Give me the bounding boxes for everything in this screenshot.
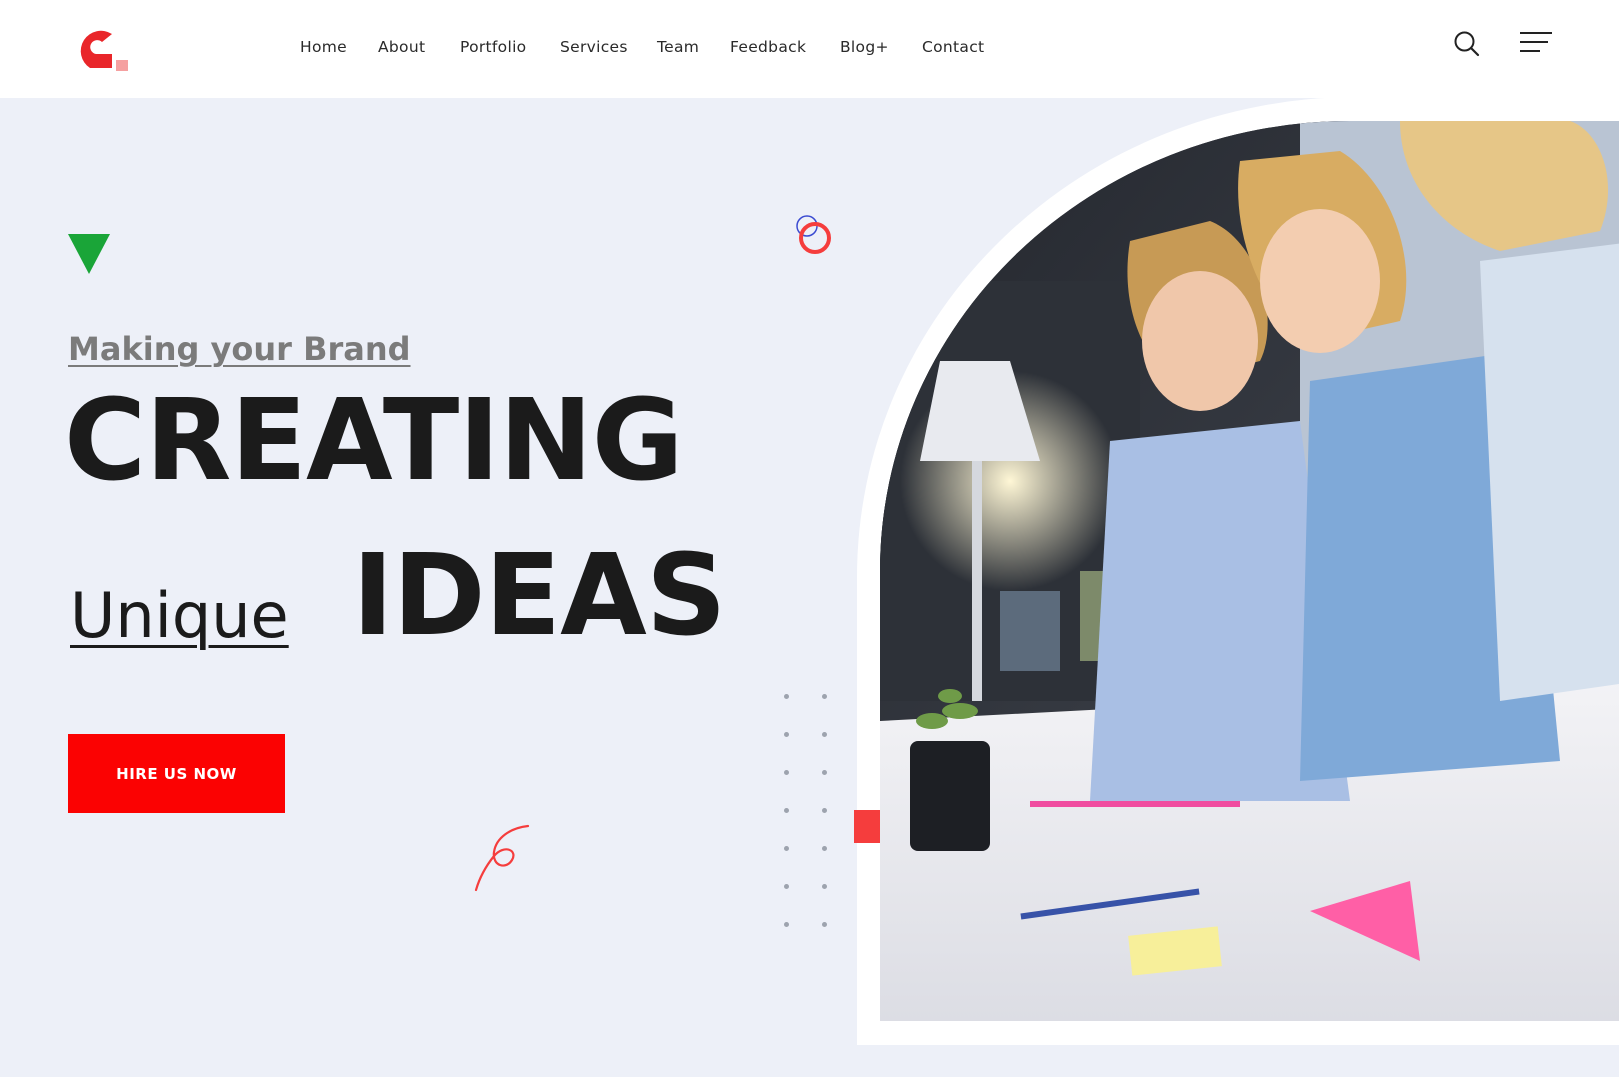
- nav-link-home[interactable]: Home: [300, 38, 347, 56]
- search-icon[interactable]: [1453, 30, 1481, 58]
- nav-link-team[interactable]: Team: [657, 38, 699, 56]
- nav-link-contact[interactable]: Contact: [922, 38, 984, 56]
- dot-grid-decoration: [784, 694, 834, 934]
- hero-unique-word: Unique: [70, 579, 289, 652]
- nav-link-blog[interactable]: Blog+: [840, 38, 889, 56]
- brand-logo[interactable]: [68, 22, 132, 76]
- green-triangle-decoration: [68, 234, 110, 274]
- squiggle-decoration: [474, 824, 530, 892]
- hire-us-button[interactable]: HIRE US NOW: [68, 734, 285, 813]
- nav-link-feedback[interactable]: Feedback: [730, 38, 806, 56]
- hamburger-menu-icon[interactable]: [1518, 30, 1554, 56]
- hero-ideas-word: IDEAS: [352, 531, 726, 661]
- nav-link-about[interactable]: About: [378, 38, 425, 56]
- page: Home About Portfolio Services Team Feedb…: [0, 0, 1619, 1077]
- site-header: Home About Portfolio Services Team Feedb…: [0, 0, 1619, 98]
- nav-link-portfolio[interactable]: Portfolio: [460, 38, 526, 56]
- hero-subtitle: Making your Brand: [68, 330, 411, 368]
- circles-decoration: [796, 215, 831, 254]
- hero-headline: CREATING: [64, 376, 684, 506]
- nav-link-services[interactable]: Services: [560, 38, 628, 56]
